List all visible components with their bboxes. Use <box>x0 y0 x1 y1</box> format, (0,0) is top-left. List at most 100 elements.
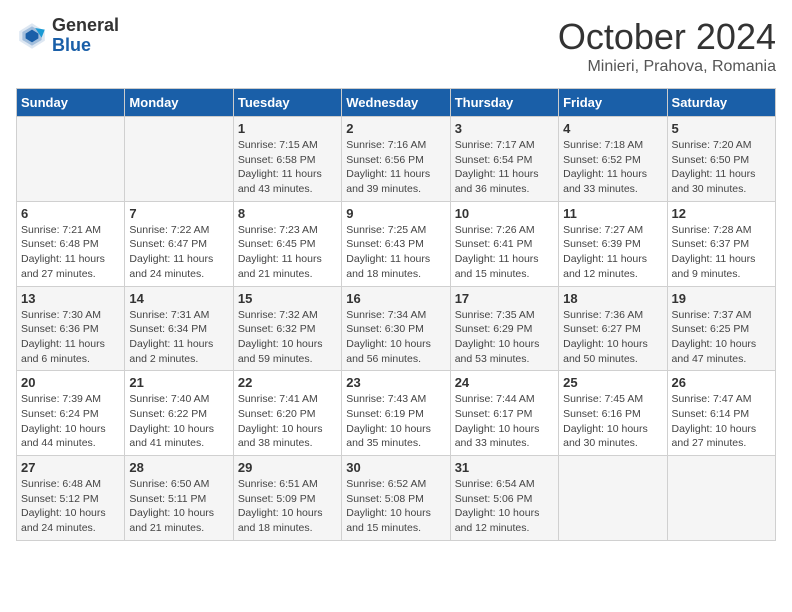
week-row-1: 1 Sunrise: 7:15 AMSunset: 6:58 PMDaylight… <box>17 117 776 202</box>
day-info: Sunrise: 7:45 AMSunset: 6:16 PMDaylight:… <box>563 392 662 451</box>
month-title: October 2024 <box>558 16 776 58</box>
day-cell: 26 Sunrise: 7:47 AMSunset: 6:14 PMDayligh… <box>667 371 775 456</box>
day-info: Sunrise: 7:35 AMSunset: 6:29 PMDaylight:… <box>455 308 554 367</box>
day-cell: 29 Sunrise: 6:51 AMSunset: 5:09 PMDayligh… <box>233 456 341 541</box>
day-number: 4 <box>563 121 662 136</box>
day-cell: 12 Sunrise: 7:28 AMSunset: 6:37 PMDayligh… <box>667 201 775 286</box>
day-cell: 18 Sunrise: 7:36 AMSunset: 6:27 PMDayligh… <box>559 286 667 371</box>
page-header: General Blue October 2024 Minieri, Praho… <box>16 16 776 76</box>
day-info: Sunrise: 6:48 AMSunset: 5:12 PMDaylight:… <box>21 477 120 536</box>
day-number: 10 <box>455 206 554 221</box>
day-number: 15 <box>238 291 337 306</box>
day-number: 26 <box>672 375 771 390</box>
day-number: 23 <box>346 375 445 390</box>
day-info: Sunrise: 7:27 AMSunset: 6:39 PMDaylight:… <box>563 223 662 282</box>
day-number: 30 <box>346 460 445 475</box>
day-number: 8 <box>238 206 337 221</box>
day-cell: 4Sunrise: 7:18 AMSunset: 6:52 PMDaylight… <box>559 117 667 202</box>
day-cell: 6 Sunrise: 7:21 AMSunset: 6:48 PMDaylight… <box>17 201 125 286</box>
day-info: Sunrise: 7:22 AMSunset: 6:47 PMDaylight:… <box>129 223 228 282</box>
day-info: Sunrise: 7:43 AMSunset: 6:19 PMDaylight:… <box>346 392 445 451</box>
day-number: 29 <box>238 460 337 475</box>
calendar-table: SundayMondayTuesdayWednesdayThursdayFrid… <box>16 88 776 541</box>
day-info: Sunrise: 7:26 AMSunset: 6:41 PMDaylight:… <box>455 223 554 282</box>
day-cell: 2 Sunrise: 7:16 AMSunset: 6:56 PMDaylight… <box>342 117 450 202</box>
day-number: 11 <box>563 206 662 221</box>
header-tuesday: Tuesday <box>233 89 341 117</box>
day-number: 16 <box>346 291 445 306</box>
day-cell: 17 Sunrise: 7:35 AMSunset: 6:29 PMDayligh… <box>450 286 558 371</box>
day-cell: 25 Sunrise: 7:45 AMSunset: 6:16 PMDayligh… <box>559 371 667 456</box>
logo-icon <box>16 20 48 52</box>
day-info: Sunrise: 7:40 AMSunset: 6:22 PMDaylight:… <box>129 392 228 451</box>
day-cell: 27 Sunrise: 6:48 AMSunset: 5:12 PMDayligh… <box>17 456 125 541</box>
day-cell: 8 Sunrise: 7:23 AMSunset: 6:45 PMDaylight… <box>233 201 341 286</box>
day-number: 31 <box>455 460 554 475</box>
day-number: 3 <box>455 121 554 136</box>
day-number: 7 <box>129 206 228 221</box>
day-cell <box>667 456 775 541</box>
title-section: October 2024 Minieri, Prahova, Romania <box>558 16 776 76</box>
day-info: Sunrise: 7:39 AMSunset: 6:24 PMDaylight:… <box>21 392 120 451</box>
day-cell: 23 Sunrise: 7:43 AMSunset: 6:19 PMDayligh… <box>342 371 450 456</box>
day-number: 25 <box>563 375 662 390</box>
day-cell: 13Sunrise: 7:30 AMSunset: 6:36 PMDayligh… <box>17 286 125 371</box>
day-cell: 9 Sunrise: 7:25 AMSunset: 6:43 PMDaylight… <box>342 201 450 286</box>
location: Minieri, Prahova, Romania <box>558 58 776 76</box>
logo-text: General Blue <box>52 16 119 56</box>
day-info: Sunrise: 7:34 AMSunset: 6:30 PMDaylight:… <box>346 308 445 367</box>
day-info: Sunrise: 7:28 AMSunset: 6:37 PMDaylight:… <box>672 223 771 282</box>
day-info: Sunrise: 7:41 AMSunset: 6:20 PMDaylight:… <box>238 392 337 451</box>
day-number: 22 <box>238 375 337 390</box>
day-info: Sunrise: 7:37 AMSunset: 6:25 PMDaylight:… <box>672 308 771 367</box>
day-info: Sunrise: 7:16 AMSunset: 6:56 PMDaylight:… <box>346 138 445 197</box>
day-number: 1 <box>238 121 337 136</box>
day-cell: 30 Sunrise: 6:52 AMSunset: 5:08 PMDayligh… <box>342 456 450 541</box>
day-info: Sunrise: 7:30 AMSunset: 6:36 PMDaylight:… <box>21 308 120 367</box>
logo-blue: Blue <box>52 35 91 55</box>
day-number: 17 <box>455 291 554 306</box>
day-cell: 19 Sunrise: 7:37 AMSunset: 6:25 PMDayligh… <box>667 286 775 371</box>
day-info: Sunrise: 6:52 AMSunset: 5:08 PMDaylight:… <box>346 477 445 536</box>
day-cell <box>17 117 125 202</box>
day-number: 19 <box>672 291 771 306</box>
day-cell: 11 Sunrise: 7:27 AMSunset: 6:39 PMDayligh… <box>559 201 667 286</box>
day-number: 2 <box>346 121 445 136</box>
day-cell: 22 Sunrise: 7:41 AMSunset: 6:20 PMDayligh… <box>233 371 341 456</box>
week-row-5: 27 Sunrise: 6:48 AMSunset: 5:12 PMDayligh… <box>17 456 776 541</box>
day-info: Sunrise: 7:31 AMSunset: 6:34 PMDaylight:… <box>129 308 228 367</box>
day-info: Sunrise: 7:23 AMSunset: 6:45 PMDaylight:… <box>238 223 337 282</box>
day-cell: 24 Sunrise: 7:44 AMSunset: 6:17 PMDayligh… <box>450 371 558 456</box>
header-friday: Friday <box>559 89 667 117</box>
day-info: Sunrise: 7:25 AMSunset: 6:43 PMDaylight:… <box>346 223 445 282</box>
day-cell <box>559 456 667 541</box>
day-info: Sunrise: 7:21 AMSunset: 6:48 PMDaylight:… <box>21 223 120 282</box>
week-row-2: 6 Sunrise: 7:21 AMSunset: 6:48 PMDaylight… <box>17 201 776 286</box>
day-cell: 20Sunrise: 7:39 AMSunset: 6:24 PMDayligh… <box>17 371 125 456</box>
logo: General Blue <box>16 16 119 56</box>
day-number: 9 <box>346 206 445 221</box>
day-number: 24 <box>455 375 554 390</box>
day-cell: 21 Sunrise: 7:40 AMSunset: 6:22 PMDayligh… <box>125 371 233 456</box>
day-info: Sunrise: 6:50 AMSunset: 5:11 PMDaylight:… <box>129 477 228 536</box>
day-number: 12 <box>672 206 771 221</box>
day-number: 18 <box>563 291 662 306</box>
day-number: 27 <box>21 460 120 475</box>
day-cell: 10 Sunrise: 7:26 AMSunset: 6:41 PMDayligh… <box>450 201 558 286</box>
day-info: Sunrise: 7:15 AMSunset: 6:58 PMDaylight:… <box>238 138 337 197</box>
day-number: 6 <box>21 206 120 221</box>
day-number: 21 <box>129 375 228 390</box>
day-cell <box>125 117 233 202</box>
day-cell: 15Sunrise: 7:32 AMSunset: 6:32 PMDayligh… <box>233 286 341 371</box>
day-info: Sunrise: 7:47 AMSunset: 6:14 PMDaylight:… <box>672 392 771 451</box>
day-info: Sunrise: 7:36 AMSunset: 6:27 PMDaylight:… <box>563 308 662 367</box>
header-saturday: Saturday <box>667 89 775 117</box>
logo-general: General <box>52 15 119 35</box>
header-wednesday: Wednesday <box>342 89 450 117</box>
day-cell: 1 Sunrise: 7:15 AMSunset: 6:58 PMDaylight… <box>233 117 341 202</box>
day-cell: 3Sunrise: 7:17 AMSunset: 6:54 PMDaylight… <box>450 117 558 202</box>
day-cell: 7 Sunrise: 7:22 AMSunset: 6:47 PMDaylight… <box>125 201 233 286</box>
day-info: Sunrise: 6:51 AMSunset: 5:09 PMDaylight:… <box>238 477 337 536</box>
day-info: Sunrise: 7:44 AMSunset: 6:17 PMDaylight:… <box>455 392 554 451</box>
day-cell: 16 Sunrise: 7:34 AMSunset: 6:30 PMDayligh… <box>342 286 450 371</box>
